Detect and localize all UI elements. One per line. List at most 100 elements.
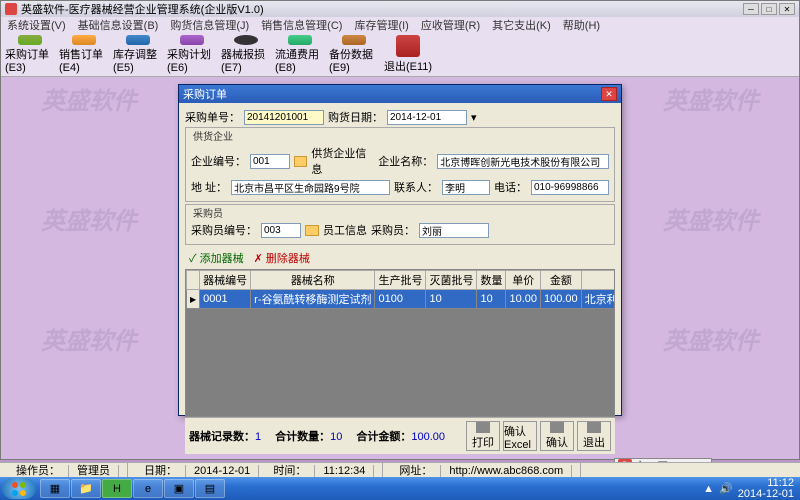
file-icon [126, 35, 150, 45]
taskbar: ▦ 📁 H e ▣ ▤ ▲ 🔊 11:122014-12-01 [0, 477, 800, 500]
column-header[interactable]: 单价 [506, 271, 541, 290]
summary-bar: 器械记录数：1 合计数量：10 合计金额：100.00 打印 确认Excel 确… [185, 417, 615, 454]
buyer-info-button[interactable]: 员工信息 [323, 222, 367, 238]
buyer-group: 采购员 采购员编号： 员工信息 采购员： [185, 204, 615, 245]
company-code-label: 企业编号： [191, 153, 246, 169]
company-name-label: 企业名称： [378, 153, 433, 169]
task-item[interactable]: ▦ [40, 479, 70, 498]
minimize-button[interactable]: ─ [743, 3, 759, 15]
watermark: 英盛软件 [41, 201, 137, 236]
book-icon [18, 35, 42, 45]
company-code-input[interactable] [250, 154, 290, 169]
folder-icon[interactable] [305, 225, 319, 236]
delete-device-button[interactable]: ✗ 删除器械 [254, 250, 310, 266]
toolbar: 采购订单(E3)销售订单(E4)库存调整(E5)采购计划(E6)器械报损(E7)… [1, 33, 799, 77]
date-label: 购货日期： [328, 109, 383, 125]
exit-icon [587, 422, 601, 433]
date-input[interactable] [387, 110, 467, 125]
column-header[interactable]: 器械名称 [251, 271, 375, 290]
toolbar-file[interactable]: 库存调整(E5) [113, 35, 163, 74]
phone-input[interactable] [531, 180, 609, 195]
task-item[interactable]: e [133, 479, 163, 498]
column-header[interactable]: 金额 [541, 271, 582, 290]
menu-help[interactable]: 帮助(H) [563, 17, 600, 33]
close-button[interactable]: ✕ [779, 3, 795, 15]
contact-input[interactable] [442, 180, 490, 195]
menu-basic[interactable]: 基础信息设置(B) [78, 17, 159, 33]
toolbar-book[interactable]: 采购订单(E3) [5, 35, 55, 74]
print-icon [476, 422, 490, 433]
exit-button[interactable]: 退出 [577, 421, 611, 451]
back-icon [342, 35, 366, 45]
column-header[interactable]: 灭菌批号 [426, 271, 477, 290]
buyer-code-input[interactable] [261, 223, 301, 238]
status-bar: 操作员：管理员 日期：2014-12-01 时间：11:12:34 网址：htt… [0, 462, 800, 477]
buyer-name-label: 采购员： [371, 222, 415, 238]
record-count: 1 [255, 431, 261, 443]
contact-label: 联系人： [394, 179, 438, 195]
menu-other[interactable]: 其它支出(K) [492, 17, 551, 33]
exit-icon [396, 35, 420, 57]
plan-icon [180, 35, 204, 45]
menu-recv[interactable]: 应收管理(R) [421, 17, 480, 33]
print-button[interactable]: 打印 [466, 421, 500, 451]
column-header[interactable]: 器械编号 [200, 271, 251, 290]
supplier-legend: 供货企业 [191, 128, 235, 143]
total-amount: 100.00 [411, 431, 445, 443]
status-operator: 管理员 [69, 465, 119, 477]
toolbar-note[interactable]: 销售订单(E4) [59, 35, 109, 74]
maximize-button[interactable]: □ [761, 3, 777, 15]
toolbar-plan[interactable]: 采购计划(E6) [167, 35, 217, 74]
clock[interactable]: 11:122014-12-01 [738, 478, 794, 500]
tray-icon[interactable]: ▲ [703, 483, 714, 495]
purchase-order-dialog: 采购订单 ✕ 采购单号： 购货日期： ▾ 供货企业 企业编号： 供货企业信息 企… [178, 84, 622, 416]
tray-icon[interactable]: 🔊 [719, 482, 733, 495]
buyer-legend: 采购员 [191, 205, 225, 220]
app-icon [5, 3, 17, 15]
system-tray[interactable]: ▲ 🔊 11:122014-12-01 [703, 478, 798, 500]
app-title: 英盛软件-医疗器械经营企业管理系统(企业版V1.0) [21, 1, 264, 17]
confirm-button[interactable]: 确认 [540, 421, 574, 451]
device-grid[interactable]: 器械编号器械名称生产批号灭菌批号数量单价金额 0001r-谷氨酰转移酶测定试剂0… [185, 269, 615, 417]
column-header[interactable] [581, 271, 615, 290]
watermark: 英盛软件 [41, 321, 137, 356]
toolbar-trans[interactable]: 流通费用(E8) [275, 35, 325, 74]
menu-purchase[interactable]: 购货信息管理(J) [170, 17, 249, 33]
supplier-group: 供货企业 企业编号： 供货企业信息 企业名称： 地 址： 联系人： 电话： [185, 127, 615, 202]
task-item[interactable]: 📁 [71, 479, 101, 498]
toolbar-cam[interactable]: 器械报损(E7) [221, 35, 271, 74]
status-time: 11:12:34 [315, 465, 374, 477]
add-device-button[interactable]: ✓ 添加器械 [189, 250, 244, 266]
company-name-input[interactable] [437, 154, 609, 169]
cam-icon [234, 35, 258, 45]
task-item[interactable]: ▤ [195, 479, 225, 498]
confirm-excel-button[interactable]: 确认Excel [503, 421, 537, 451]
task-item[interactable]: H [102, 479, 132, 498]
phone-label: 电话： [494, 179, 527, 195]
menu-system[interactable]: 系统设置(V) [7, 17, 66, 33]
column-header[interactable] [187, 271, 200, 290]
menu-stock[interactable]: 库存管理(I) [354, 17, 408, 33]
note-icon [72, 35, 96, 45]
date-dropdown-icon[interactable]: ▾ [471, 111, 477, 124]
column-header[interactable]: 生产批号 [375, 271, 426, 290]
company-info-button[interactable]: 供货企业信息 [311, 145, 374, 177]
menu-sales[interactable]: 销售信息管理(C) [261, 17, 342, 33]
buyer-code-label: 采购员编号： [191, 222, 257, 238]
start-button[interactable] [2, 478, 36, 499]
order-no-input[interactable] [244, 110, 324, 125]
dialog-title: 采购订单 [183, 86, 227, 102]
status-date: 2014-12-01 [186, 465, 259, 477]
dialog-titlebar[interactable]: 采购订单 ✕ [179, 85, 621, 103]
total-qty: 10 [330, 431, 342, 443]
task-item[interactable]: ▣ [164, 479, 194, 498]
toolbar-back[interactable]: 备份数据(E9) [329, 35, 379, 74]
app-titlebar: 英盛软件-医疗器械经营企业管理系统(企业版V1.0) ─ □ ✕ [1, 1, 799, 17]
dialog-close-button[interactable]: ✕ [601, 87, 617, 101]
toolbar-exit[interactable]: 退出(E11) [383, 35, 433, 74]
folder-icon[interactable] [294, 156, 307, 167]
column-header[interactable]: 数量 [477, 271, 506, 290]
table-row[interactable]: 0001r-谷氨酰转移酶测定试剂0100101010.00100.00北京利德曼 [187, 290, 616, 309]
address-input[interactable] [231, 180, 390, 195]
buyer-name-input[interactable] [419, 223, 489, 238]
